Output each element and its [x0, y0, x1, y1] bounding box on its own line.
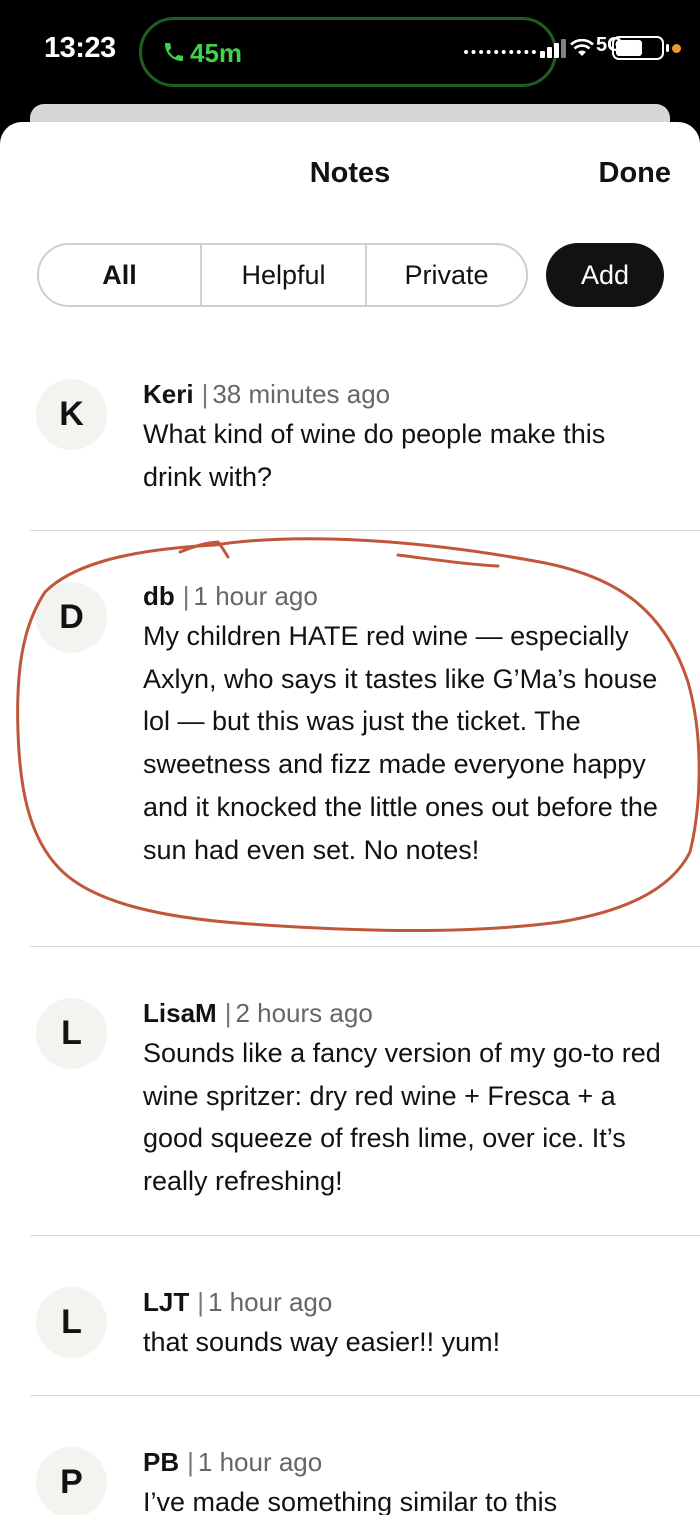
meta-separator: |	[201, 379, 209, 409]
comment-meta: LJT | 1 hour ago	[143, 1287, 332, 1318]
comment-divider	[30, 946, 700, 947]
active-call-pill[interactable]: 45m	[139, 17, 557, 87]
comment-body: that sounds way easier!! yum!	[143, 1327, 501, 1357]
avatar: L	[36, 998, 107, 1069]
comment-timestamp: 2 hours ago	[235, 998, 373, 1028]
add-note-button[interactable]: Add	[546, 243, 664, 307]
notes-sheet: Notes Done All Helpful Private Add K Ker…	[0, 122, 700, 1515]
tab-helpful[interactable]: Helpful	[200, 245, 365, 305]
meta-separator: |	[224, 998, 232, 1028]
comment-body: My children HATE red wine — especially A…	[143, 621, 658, 865]
comment-body: What kind of wine do people make this dr…	[143, 419, 606, 492]
comment-divider	[30, 1235, 700, 1236]
avatar: L	[36, 1287, 107, 1358]
filter-segmented-control: All Helpful Private	[37, 243, 528, 307]
comment-body: Sounds like a fancy version of my go-to …	[143, 1038, 661, 1197]
status-bar: 13:23 45m 5G	[0, 0, 700, 100]
battery-icon	[612, 36, 664, 60]
status-time: 13:23	[44, 32, 116, 64]
avatar: P	[36, 1447, 107, 1515]
phone-icon	[165, 43, 183, 61]
tab-all[interactable]: All	[39, 245, 200, 305]
cellular-signal-icon	[540, 38, 566, 58]
comment-timestamp: 1 hour ago	[193, 581, 318, 611]
call-duration: 45m	[190, 38, 243, 68]
meta-separator: |	[182, 581, 190, 611]
meta-separator: |	[187, 1447, 194, 1477]
sheet-title: Notes	[309, 157, 391, 189]
battery-cap	[666, 44, 669, 52]
comment-author: db	[143, 581, 175, 611]
comment-timestamp: 1 hour ago	[208, 1287, 333, 1317]
comment-meta: Keri | 38 minutes ago	[143, 379, 390, 410]
comment-meta: PB | 1 hour ago	[143, 1447, 322, 1478]
comment-meta: db | 1 hour ago	[143, 581, 318, 612]
wifi-icon	[570, 38, 594, 56]
done-button[interactable]: Done	[599, 157, 672, 190]
comment-meta: LisaM | 2 hours ago	[143, 998, 373, 1029]
comment-body: I’ve made something similar to this	[143, 1487, 558, 1515]
tab-private[interactable]: Private	[365, 245, 526, 305]
comment-author: Keri	[143, 379, 194, 409]
comment-timestamp: 1 hour ago	[197, 1447, 323, 1477]
comment-author: LJT	[143, 1287, 190, 1317]
avatar: K	[36, 379, 107, 450]
comment-divider	[30, 530, 700, 531]
privacy-indicator-dot	[672, 44, 681, 53]
comment-timestamp: 38 minutes ago	[212, 379, 391, 409]
dotted-line-icon	[464, 50, 536, 56]
comment-author: LisaM	[143, 998, 217, 1028]
avatar: D	[36, 582, 107, 653]
comment-author: PB	[143, 1447, 180, 1477]
comment-divider	[30, 1395, 700, 1396]
meta-separator: |	[197, 1287, 204, 1317]
